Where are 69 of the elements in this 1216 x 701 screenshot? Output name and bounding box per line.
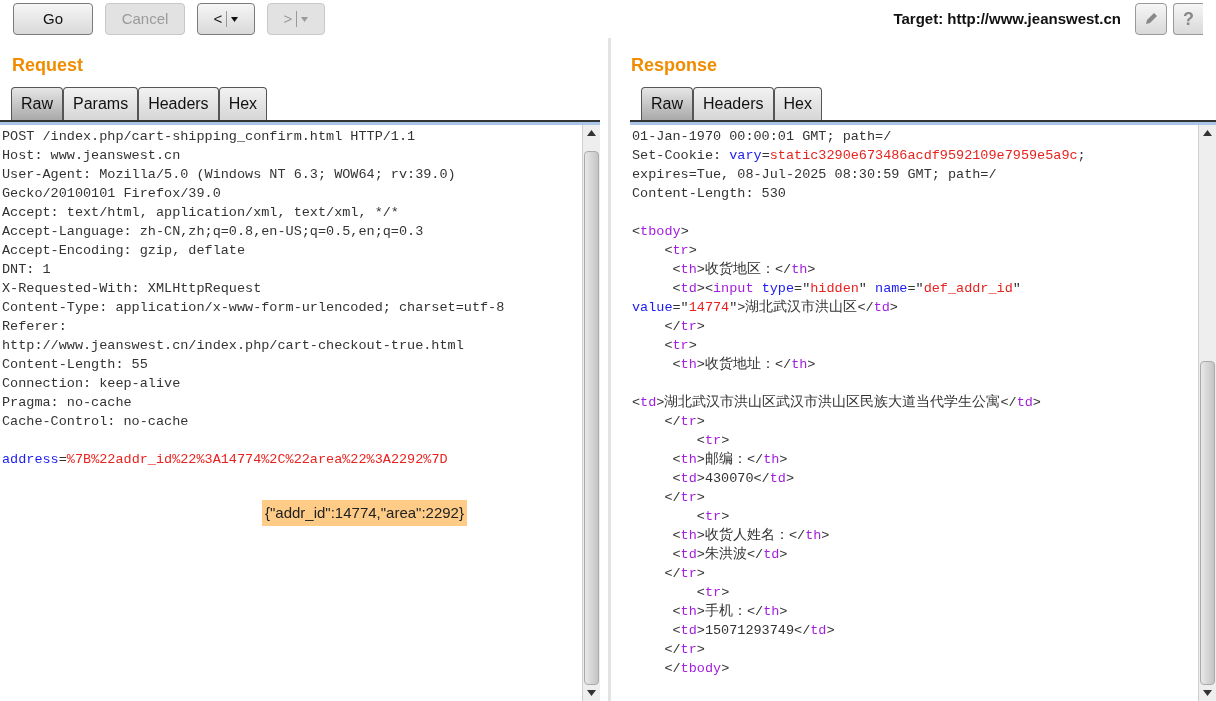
code-line: </tr> bbox=[663, 641, 706, 659]
code-line: <tr> bbox=[695, 584, 731, 602]
scroll-up-arrow-icon[interactable] bbox=[587, 130, 596, 136]
code-line: <th>邮编：</th> bbox=[671, 450, 789, 469]
code-line: Accept-Encoding: gzip, deflate bbox=[2, 242, 247, 260]
code-line: Accept-Language: zh-CN,zh;q=0.8,en-US;q=0.5,en;q=0.3 bbox=[2, 223, 425, 241]
code-line: <th>收货地区：</th> bbox=[671, 260, 817, 279]
scrollbar[interactable] bbox=[1198, 125, 1216, 701]
scroll-down-arrow-icon[interactable] bbox=[1203, 690, 1212, 696]
target-label: Target: http://www.jeanswest.cn bbox=[893, 8, 1121, 29]
code-line: Content-Length: 55 bbox=[2, 356, 149, 374]
tab[interactable]: Raw bbox=[641, 87, 693, 120]
code-line: <tr> bbox=[663, 337, 698, 355]
code-line: Gecko/20100101 Firefox/39.0 bbox=[2, 185, 222, 203]
code-line: User-Agent: Mozilla/5.0 (Windows NT 6.3; WOW64; rv:39.0) bbox=[2, 166, 457, 184]
code-line: Host: www.jeanswest.cn bbox=[2, 147, 182, 165]
tab[interactable]: Headers bbox=[138, 87, 219, 120]
caret-icon bbox=[301, 16, 309, 22]
code-line: Referer: bbox=[2, 318, 68, 336]
code-line: address=%7B%22addr_id%22%3A14774%2C%22area%22%3A2292%7D bbox=[2, 451, 449, 469]
tab[interactable]: Hex bbox=[218, 87, 268, 120]
tab[interactable]: Params bbox=[63, 87, 139, 120]
code-line: <td>15071293749</td> bbox=[671, 622, 836, 640]
code-line: X-Requested-With: XMLHttpRequest bbox=[2, 280, 263, 298]
code-line: <th>收货人姓名：</th> bbox=[671, 526, 831, 545]
code-line: DNT: 1 bbox=[2, 261, 52, 279]
edit-target-button[interactable] bbox=[1135, 3, 1167, 35]
code-line: value="14774">湖北武汉市洪山区</td> bbox=[632, 298, 899, 317]
code-line: Set-Cookie: vary=static3290e673486acdf9592109e7959e5a9c; bbox=[632, 147, 1087, 165]
code-line: <td><input type="hidden" name="def_addr_id" bbox=[671, 280, 1022, 298]
code-line: http://www.jeanswest.cn/index.php/cart-checkout-true.html bbox=[2, 337, 465, 355]
scroll-up-arrow-icon[interactable] bbox=[1203, 130, 1212, 136]
code-line: <tbody> bbox=[632, 223, 690, 241]
pane-title: Request bbox=[11, 54, 84, 77]
toolbar-button[interactable]: Go bbox=[13, 3, 93, 35]
code-line: </tr> bbox=[663, 489, 706, 507]
code-line: </tr> bbox=[663, 565, 706, 583]
code-line: Pragma: no-cache bbox=[2, 394, 133, 412]
code-line: <tr> bbox=[663, 242, 698, 260]
code-line: Accept: text/html, application/xml, text/xml, */* bbox=[2, 204, 400, 222]
tab[interactable]: Headers bbox=[693, 87, 774, 120]
code-line: expires=Tue, 08-Jul-2025 08:30:59 GMT; path=/ bbox=[632, 166, 998, 184]
pane-title: Response bbox=[630, 54, 719, 77]
scroll-down-arrow-icon[interactable] bbox=[587, 690, 596, 696]
code-line: <tr> bbox=[695, 508, 731, 526]
code-line: <th>收货地址：</th> bbox=[671, 355, 817, 374]
code-line: <td>430070</td> bbox=[671, 470, 796, 488]
code-line: </tbody> bbox=[663, 660, 731, 678]
code-line: Content-Length: 530 bbox=[632, 185, 787, 203]
pencil-icon bbox=[1143, 11, 1159, 27]
tab[interactable]: Raw bbox=[11, 87, 63, 120]
code-line: </tr> bbox=[663, 413, 706, 431]
back-button[interactable]: < bbox=[197, 3, 255, 35]
code-line: Content-Type: application/x-www-form-urlencoded; charset=utf-8 bbox=[2, 299, 506, 317]
code-line: </tr> bbox=[663, 318, 706, 336]
code-line: <tr> bbox=[695, 432, 731, 450]
decoded-tooltip: {"addr_id":14774,"area":2292} bbox=[262, 500, 467, 526]
code-line: <th>手机：</th> bbox=[671, 602, 789, 621]
code-line: <td>湖北武汉市洪山区武汉市洪山区民族大道当代学生公寓</td> bbox=[632, 393, 1042, 412]
scrollbar-thumb[interactable] bbox=[584, 151, 599, 685]
scrollbar[interactable] bbox=[582, 125, 600, 701]
caret-icon bbox=[231, 16, 239, 22]
code-line: Cache-Control: no-cache bbox=[2, 413, 190, 431]
code-line: Connection: keep-alive bbox=[2, 375, 182, 393]
tab[interactable]: Hex bbox=[773, 87, 822, 120]
scrollbar-thumb[interactable] bbox=[1200, 361, 1215, 685]
code-line: POST /index.php/cart-shipping_confirm.html HTTP/1.1 bbox=[2, 128, 417, 146]
code-line: <td>朱洪波</td> bbox=[671, 545, 789, 564]
code-line: 01-Jan-1970 00:00:01 GMT; path=/ bbox=[632, 128, 893, 146]
